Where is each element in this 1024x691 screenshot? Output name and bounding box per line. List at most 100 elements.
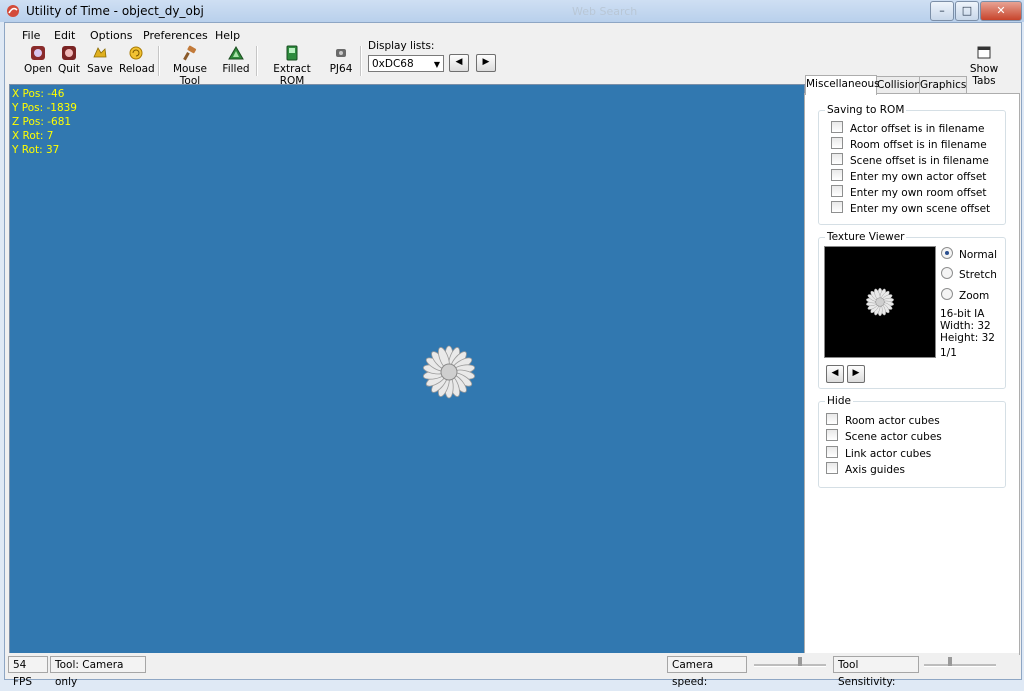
texture-viewer-title: Texture Viewer — [825, 231, 907, 243]
checkbox-label: Scene offset is in filename — [850, 155, 989, 167]
mouse-tool-button[interactable]: Mouse Tool — [164, 45, 216, 87]
close-button[interactable]: ✕ — [980, 1, 1022, 21]
window-title: Utility of Time - object_dy_obj — [26, 4, 204, 18]
texture-page: 1/1 — [940, 347, 957, 359]
reload-label: Reload — [119, 63, 155, 75]
texture-daisy-image — [866, 287, 894, 317]
checkbox-label: Enter my own room offset — [850, 187, 987, 199]
texture-format: 16-bit IA — [940, 308, 985, 320]
checkbox-label: Enter my own scene offset — [850, 203, 991, 215]
app-icon — [7, 5, 19, 17]
actor-offset-filename-checkbox[interactable]: Actor offset is in filename — [831, 121, 984, 135]
radio-label: Stretch — [959, 269, 997, 281]
reload-icon — [129, 46, 143, 60]
own-actor-offset-checkbox[interactable]: Enter my own actor offset — [831, 169, 986, 183]
tool-sensitivity-label: Tool Sensitivity: — [833, 656, 919, 688]
menu-help[interactable]: Help — [215, 29, 240, 42]
chevron-down-icon: ▼ — [433, 60, 440, 69]
checkbox-label: Scene actor cubes — [845, 431, 942, 443]
tab-graphics[interactable]: Graphics — [919, 76, 967, 94]
display-list-value: 0xDC68 — [372, 58, 414, 70]
menu-preferences[interactable]: Preferences — [143, 29, 208, 42]
camera-speed-slider[interactable] — [754, 664, 826, 667]
cartridge-icon — [286, 45, 298, 61]
hud-y-pos: Y Pos: -1839 — [12, 102, 77, 114]
room-offset-filename-checkbox[interactable]: Room offset is in filename — [831, 137, 987, 151]
checkbox-label: Room offset is in filename — [850, 139, 987, 151]
tab-collision[interactable]: Collision — [876, 76, 921, 94]
pj64-icon — [336, 49, 346, 57]
viewport-3d[interactable]: X Pos: -46 Y Pos: -1839 Z Pos: -681 X Ro… — [9, 84, 805, 654]
texture-preview — [824, 246, 936, 358]
save-button[interactable]: Save — [87, 45, 113, 75]
open-icon — [31, 46, 45, 60]
open-label: Open — [24, 63, 53, 75]
save-label: Save — [87, 63, 113, 75]
hammer-icon — [183, 45, 197, 61]
checkbox-label: Room actor cubes — [845, 415, 940, 427]
display-lists-label: Display lists: — [368, 40, 435, 52]
arrow-left-icon: ◀ — [831, 368, 839, 378]
mode-stretch-radio[interactable]: Stretch — [941, 267, 997, 281]
checkbox-label: Enter my own actor offset — [850, 171, 987, 183]
radio-label: Normal — [959, 249, 997, 261]
quit-icon — [62, 46, 76, 60]
minimize-button[interactable]: – — [930, 1, 954, 21]
faint-search-text: Web Search — [572, 5, 638, 18]
own-scene-offset-checkbox[interactable]: Enter my own scene offset — [831, 201, 990, 215]
radio-label: Zoom — [959, 290, 990, 302]
filled-label: Filled — [222, 63, 250, 75]
toolbar-separator — [360, 46, 362, 76]
extract-rom-button[interactable]: Extract ROM — [262, 45, 322, 87]
mode-zoom-radio[interactable]: Zoom — [941, 288, 989, 302]
quit-label: Quit — [58, 63, 80, 75]
hud-z-pos: Z Pos: -681 — [12, 116, 72, 128]
tool-sensitivity-slider[interactable] — [924, 664, 996, 667]
checkbox-label: Axis guides — [845, 464, 905, 476]
next-display-list-button[interactable]: ▶ — [476, 54, 496, 72]
quit-button[interactable]: Quit — [56, 45, 82, 75]
show-tabs-label: Show Tabs — [969, 63, 999, 87]
camera-speed-slider-thumb[interactable] — [798, 657, 802, 666]
own-room-offset-checkbox[interactable]: Enter my own room offset — [831, 185, 987, 199]
axis-guides-checkbox[interactable]: Axis guides — [826, 462, 905, 476]
menu-file[interactable]: File — [22, 29, 40, 42]
hide-title: Hide — [825, 395, 853, 407]
link-actor-cubes-checkbox[interactable]: Link actor cubes — [826, 446, 931, 460]
camera-speed-label: Camera speed: — [667, 656, 747, 688]
save-icon — [93, 47, 107, 58]
tool-sensitivity-slider-thumb[interactable] — [948, 657, 952, 666]
prev-display-list-button[interactable]: ◀ — [449, 54, 469, 72]
reload-button[interactable]: Reload — [119, 45, 155, 75]
mode-normal-radio[interactable]: Normal — [941, 247, 997, 261]
hud-x-rot: X Rot: 7 — [12, 130, 54, 142]
texture-height: Height: 32 — [940, 332, 995, 344]
arrow-right-icon: ▶ — [482, 57, 490, 67]
room-actor-cubes-checkbox[interactable]: Room actor cubes — [826, 413, 940, 427]
scene-actor-cubes-checkbox[interactable]: Scene actor cubes — [826, 429, 942, 443]
pj64-button[interactable]: PJ64 — [328, 45, 354, 75]
window-icon — [977, 46, 991, 59]
pj64-label: PJ64 — [329, 63, 353, 75]
maximize-button[interactable]: □ — [955, 1, 979, 21]
open-button[interactable]: Open — [24, 45, 52, 75]
triangle-icon — [228, 46, 244, 60]
saving-to-rom-title: Saving to ROM — [825, 104, 907, 116]
daisy-model — [422, 345, 476, 399]
arrow-right-icon: ▶ — [852, 368, 860, 378]
prev-texture-button[interactable]: ◀ — [826, 365, 844, 383]
fps-counter: 54 FPS — [8, 656, 48, 688]
current-tool: Tool: Camera only — [50, 656, 146, 688]
scene-offset-filename-checkbox[interactable]: Scene offset is in filename — [831, 153, 989, 167]
tab-miscellaneous[interactable]: Miscellaneous — [805, 75, 880, 95]
hud-x-pos: X Pos: -46 — [12, 88, 65, 100]
next-texture-button[interactable]: ▶ — [847, 365, 865, 383]
checkbox-label: Actor offset is in filename — [850, 123, 985, 135]
hud-y-rot: Y Rot: 37 — [12, 144, 60, 156]
menu-options[interactable]: Options — [90, 29, 132, 42]
display-list-select[interactable]: 0xDC68 ▼ — [368, 55, 444, 72]
menu-edit[interactable]: Edit — [54, 29, 75, 42]
filled-button[interactable]: Filled — [222, 45, 250, 75]
toolbar-separator — [256, 46, 258, 76]
toolbar-separator — [158, 46, 160, 76]
